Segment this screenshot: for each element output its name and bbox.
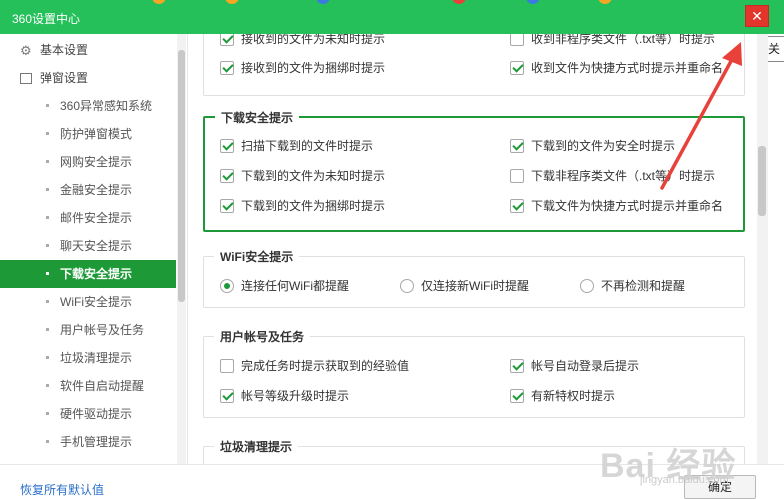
close-icon: ✕ (751, 8, 763, 24)
sidebar-section-popup[interactable]: 弹窗设置 (0, 64, 176, 92)
sidebar-item-label: 用户帐号及任务 (60, 323, 145, 337)
sidebar-item-popup-mode[interactable]: 防护弹窗模式 (0, 120, 176, 148)
sidebar-item-chat[interactable]: 聊天安全提示 (0, 232, 176, 260)
account-task-group: 用户帐号及任务 完成任务时提示获取到的经验值 帐号自动登录后提示 帐号等级升级时… (203, 328, 745, 418)
checkbox[interactable] (220, 34, 234, 46)
bullet-icon (46, 440, 49, 443)
group-title: 垃圾清理提示 (214, 438, 299, 455)
restore-defaults-link[interactable]: 恢复所有默认值 (20, 481, 104, 498)
sidebar-item-shopping[interactable]: 网购安全提示 (0, 148, 176, 176)
sidebar-item-label: 硬件驱动提示 (60, 407, 133, 421)
checkbox[interactable] (220, 359, 234, 373)
checkbox[interactable] (510, 199, 524, 213)
sidebar-item-label: 手机管理提示 (60, 435, 133, 449)
title-decoration (452, 0, 466, 4)
group-title: WiFi安全提示 (214, 248, 300, 265)
wifi-security-group: WiFi安全提示 连接任何WiFi都提醒 仅连接新WiFi时提醒 不再检测和提醒 (203, 248, 745, 308)
download-security-group: 下载安全提示 扫描下载到的文件时提示 下载到的文件为安全时提示 下载到的文件为未… (203, 109, 745, 232)
radio-button[interactable] (400, 279, 414, 293)
bullet-icon (46, 272, 49, 275)
bullet-icon (46, 244, 49, 247)
sidebar-item-trash[interactable]: 垃圾清理提示 (0, 344, 176, 372)
sidebar-item-phone[interactable]: 手机管理提示 (0, 428, 176, 456)
group-title: 用户帐号及任务 (214, 328, 311, 345)
checkbox[interactable] (220, 61, 234, 75)
sidebar-item-label: 360异常感知系统 (60, 99, 153, 113)
radio-button[interactable] (220, 279, 234, 293)
checkbox[interactable] (220, 139, 234, 153)
title-decoration (225, 0, 239, 4)
close-button[interactable]: ✕ (745, 5, 769, 27)
checkbox[interactable] (510, 389, 524, 403)
bullet-icon (46, 132, 49, 135)
checkbox[interactable] (510, 359, 524, 373)
bullet-icon (46, 328, 49, 331)
sidebar-item-anomaly[interactable]: 360异常感知系统 (0, 92, 176, 120)
radio-button[interactable] (580, 279, 594, 293)
sidebar-item-label: 软件自启动提醒 (60, 379, 145, 393)
bullet-icon (46, 216, 49, 219)
main-scrollbar-thumb[interactable] (758, 146, 766, 216)
title-decoration (526, 0, 540, 4)
sidebar-item-download[interactable]: 下载安全提示 (0, 260, 176, 288)
sidebar-item-autostart[interactable]: 软件自启动提醒 (0, 372, 176, 400)
gear-icon: ⚙ (20, 43, 32, 58)
bullet-icon (46, 412, 49, 415)
sidebar-item-wifi[interactable]: WiFi安全提示 (0, 288, 176, 316)
bullet-icon (46, 300, 49, 303)
checkbox[interactable] (510, 61, 524, 75)
sidebar-section-label: 弹窗设置 (40, 71, 89, 85)
sidebar-section-label: 基本设置 (40, 43, 89, 57)
bullet-icon (46, 160, 49, 163)
sidebar-item-label: 垃圾清理提示 (60, 351, 133, 365)
window-icon (20, 73, 32, 84)
settings-panel: 接收到的文件为未知时提示 收到非程序类文件（.txt等）时提示 接收到的文件为捆… (189, 34, 757, 464)
sidebar-item-label: 邮件安全提示 (60, 211, 133, 225)
sidebar-item-label: 金融安全提示 (60, 183, 133, 197)
bullet-icon (46, 104, 49, 107)
baidu-watermark-url: jingyan.baidu.com (640, 474, 729, 486)
sidebar-item-label: 聊天安全提示 (60, 239, 133, 253)
sidebar-item-label: 网购安全提示 (60, 155, 133, 169)
checkbox[interactable] (220, 389, 234, 403)
title-decoration (598, 0, 612, 4)
sidebar-item-label: WiFi安全提示 (60, 295, 132, 309)
sidebar-item-mail[interactable]: 邮件安全提示 (0, 204, 176, 232)
checkbox[interactable] (220, 199, 234, 213)
sidebar-item-driver[interactable]: 硬件驱动提示 (0, 400, 176, 428)
title-decoration (152, 0, 166, 4)
bullet-icon (46, 384, 49, 387)
checkbox[interactable] (510, 139, 524, 153)
bullet-icon (46, 356, 49, 359)
checkbox[interactable] (220, 169, 234, 183)
sidebar-item-account[interactable]: 用户帐号及任务 (0, 316, 176, 344)
sidebar: ⚙ 基本设置 弹窗设置 360异常感知系统 防护弹窗模式 网购安全提示 金融安全… (0, 34, 188, 464)
group-title: 下载安全提示 (215, 109, 300, 126)
checkbox[interactable] (510, 169, 524, 183)
checkbox[interactable] (510, 34, 524, 46)
sidebar-item-label: 防护弹窗模式 (60, 127, 133, 141)
sidebar-item-label: 下载安全提示 (60, 267, 133, 281)
sidebar-scrollbar-thumb[interactable] (178, 50, 185, 302)
sidebar-item-finance[interactable]: 金融安全提示 (0, 176, 176, 204)
chat-security-group: 接收到的文件为未知时提示 收到非程序类文件（.txt等）时提示 接收到的文件为捆… (203, 34, 745, 96)
main-scrollbar[interactable] (757, 34, 768, 464)
sidebar-section-basic[interactable]: ⚙ 基本设置 (0, 36, 176, 64)
title-bar: 360设置中心 ✕ (0, 0, 784, 34)
window-title: 360设置中心 (12, 12, 81, 26)
title-decoration (316, 0, 330, 4)
bullet-icon (46, 188, 49, 191)
